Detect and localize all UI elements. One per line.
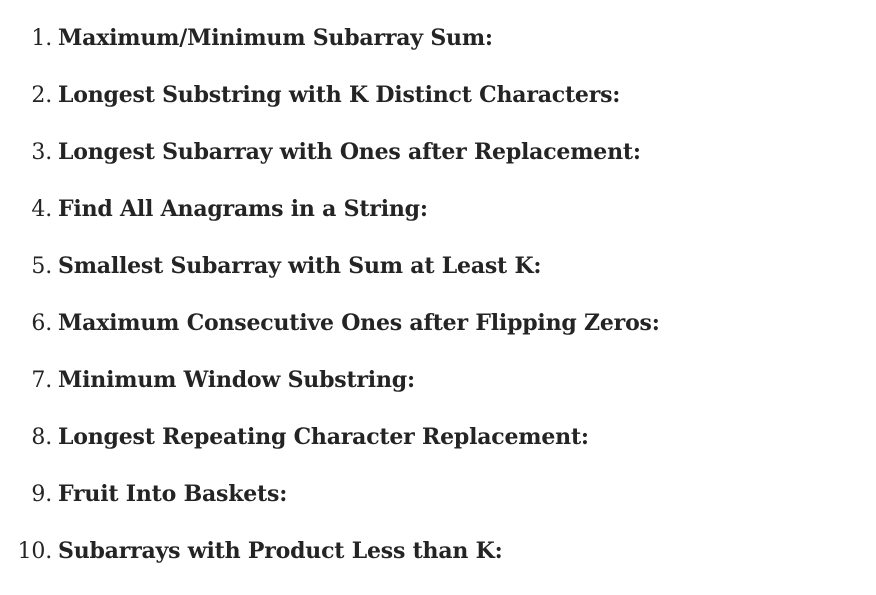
list-item-label: Maximum Consecutive Ones after Flipping …	[58, 310, 660, 336]
list-item: 3. Longest Subarray with Ones after Repl…	[0, 139, 876, 196]
list-item-number: 5.	[31, 254, 52, 279]
list-item-number: 4.	[31, 197, 52, 222]
list-item-label: Maximum/Minimum Subarray Sum:	[58, 25, 493, 51]
list-item: 2. Longest Substring with K Distinct Cha…	[0, 82, 876, 139]
list-item: 1. Maximum/Minimum Subarray Sum:	[0, 25, 876, 82]
list-item-label: Subarrays with Product Less than K:	[58, 538, 503, 564]
list-item-label: Longest Substring with K Distinct Charac…	[58, 82, 621, 108]
list-item: 9. Fruit Into Baskets:	[0, 481, 876, 538]
list-item-number: 8.	[31, 425, 52, 450]
list-item-label: Longest Subarray with Ones after Replace…	[58, 139, 641, 165]
list-item-number: 10.	[17, 539, 53, 564]
list-item-number: 6.	[31, 311, 52, 336]
list-item: 10. Subarrays with Product Less than K:	[0, 538, 876, 595]
list-item-label: Longest Repeating Character Replacement:	[58, 424, 589, 450]
problem-list: 1. Maximum/Minimum Subarray Sum: 2. Long…	[0, 25, 876, 595]
list-item: 5. Smallest Subarray with Sum at Least K…	[0, 253, 876, 310]
list-item-label: Fruit Into Baskets:	[58, 481, 288, 507]
list-item-number: 9.	[31, 482, 52, 507]
list-item-number: 2.	[31, 83, 52, 108]
list-item: 4. Find All Anagrams in a String:	[0, 196, 876, 253]
list-item: 7. Minimum Window Substring:	[0, 367, 876, 424]
list-item-number: 1.	[31, 26, 52, 51]
list-item-label: Minimum Window Substring:	[58, 367, 415, 393]
list-item-label: Smallest Subarray with Sum at Least K:	[58, 253, 542, 279]
list-item-number: 7.	[31, 368, 52, 393]
list-item-label: Find All Anagrams in a String:	[58, 196, 428, 222]
list-item-number: 3.	[31, 140, 52, 165]
list-item: 8. Longest Repeating Character Replaceme…	[0, 424, 876, 481]
list-item: 6. Maximum Consecutive Ones after Flippi…	[0, 310, 876, 367]
